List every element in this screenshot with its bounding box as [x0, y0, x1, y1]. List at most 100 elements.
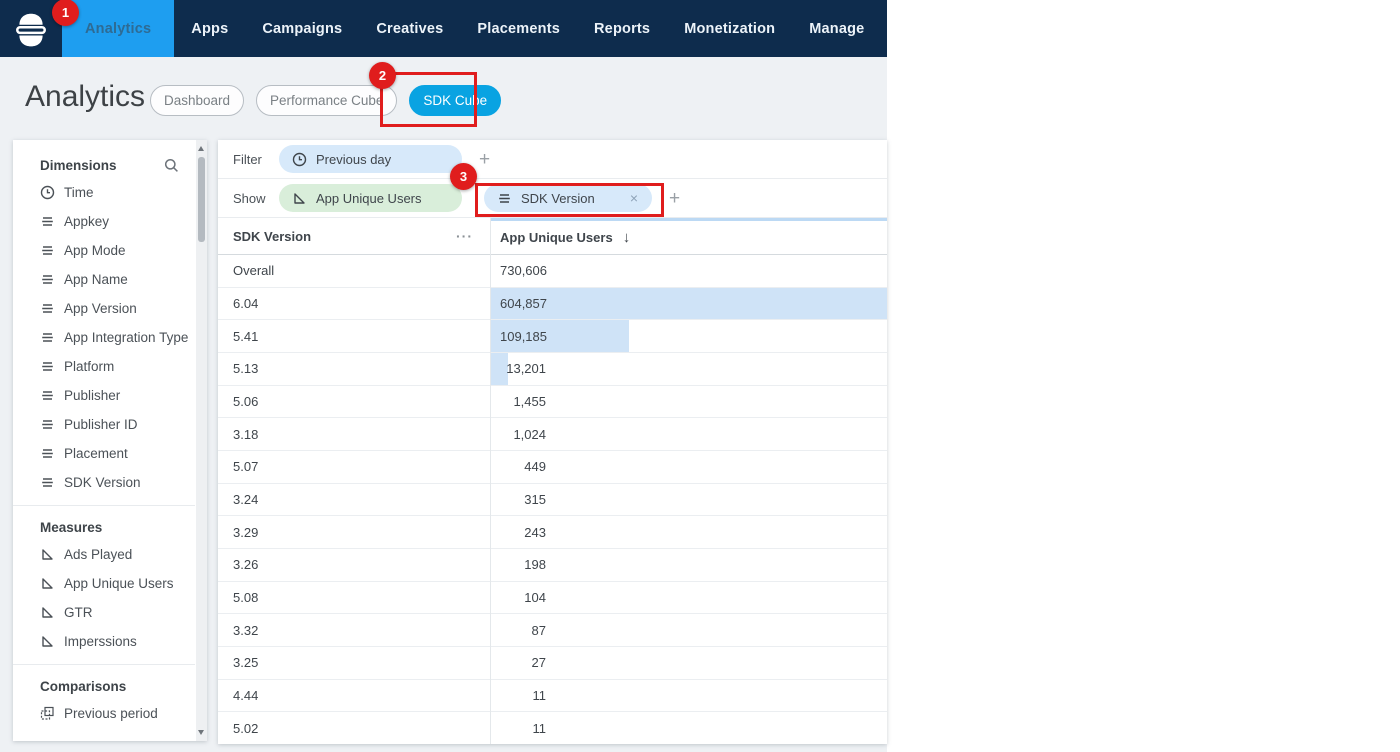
filter-chip-previous-day[interactable]: Previous day — [279, 145, 462, 173]
bar-track — [490, 647, 887, 679]
table-row[interactable]: 5.06 1,455 — [218, 386, 887, 419]
add-show-button[interactable]: + — [669, 189, 680, 208]
value-bar — [490, 287, 887, 320]
nav-tab-campaigns[interactable]: Campaigns — [245, 0, 359, 57]
table-row[interactable]: 3.24 315 — [218, 484, 887, 517]
sidebar-section-dimensions: Dimensions — [13, 152, 207, 178]
measures-header-label: Measures — [40, 519, 103, 535]
nav-tab-monetization[interactable]: Monetization — [667, 0, 792, 57]
dimension-icon — [42, 420, 53, 429]
table-row[interactable]: 5.13 13,201 — [218, 353, 887, 386]
table-row[interactable]: 5.07 449 — [218, 451, 887, 484]
chip-label: Previous day — [316, 151, 392, 167]
dimension-icon — [42, 217, 53, 226]
sidebar-item-time[interactable]: Time — [13, 178, 207, 207]
nav-tab-apps[interactable]: Apps — [174, 0, 245, 57]
add-filter-button[interactable]: + — [479, 150, 490, 169]
sidebar-item-label: GTR — [64, 605, 93, 620]
column-header-sdk-version[interactable]: SDK Version ··· — [218, 218, 490, 254]
sidebar-item-platform[interactable]: Platform — [13, 352, 207, 381]
row-value: 730,606 — [500, 263, 547, 279]
table-row[interactable]: 3.29 243 — [218, 516, 887, 550]
nav-tab-analytics[interactable]: Analytics — [62, 0, 175, 57]
nav-tab-manage[interactable]: Manage — [792, 0, 881, 57]
sidebar-item-ads-played[interactable]: Ads Played — [13, 540, 207, 569]
sidebar-scrollbar[interactable] — [196, 140, 207, 741]
sidebar-item-publisher-id[interactable]: Publisher ID — [13, 410, 207, 439]
pill-performance-cube[interactable]: Performance Cube — [256, 85, 398, 116]
bar-track — [490, 287, 887, 320]
sidebar-item-label: Ads Played — [64, 547, 133, 562]
nav-tab-creatives[interactable]: Creatives — [359, 0, 460, 57]
annotation-step-1-badge: 1 — [52, 0, 79, 26]
sidebar-item-publisher[interactable]: Publisher — [13, 381, 207, 410]
sidebar-item-app-mode[interactable]: App Mode — [13, 236, 207, 265]
sidebar-item-imperssions[interactable]: Imperssions — [13, 627, 207, 656]
comparisons-header-label: Comparisons — [40, 678, 127, 694]
row-value: 13,201 — [506, 361, 546, 377]
row-value: 604,857 — [500, 296, 547, 311]
bar-track — [490, 484, 887, 516]
column-menu-icon[interactable]: ··· — [456, 228, 473, 244]
row-label: 4.44 — [233, 688, 259, 704]
column-header-label: SDK Version — [233, 228, 312, 244]
search-icon[interactable] — [164, 158, 179, 173]
annotation-step-2-badge: 2 — [369, 62, 396, 89]
column-header-app-unique-users[interactable]: App Unique Users ↓ — [490, 218, 887, 254]
dimension-icon — [42, 275, 53, 284]
sidebar-item-appkey[interactable]: Appkey — [13, 207, 207, 236]
table-row[interactable]: 3.32 87 — [218, 614, 887, 648]
measure-icon — [42, 549, 53, 560]
show-chip-app-unique-users[interactable]: App Unique Users — [279, 184, 462, 212]
table-row[interactable]: 4.44 11 — [218, 680, 887, 713]
table-row[interactable]: 5.08 104 — [218, 582, 887, 615]
row-label: 5.41 — [233, 328, 259, 344]
sort-descending-icon[interactable]: ↓ — [623, 229, 631, 246]
sidebar-item-app-unique-users[interactable]: App Unique Users — [13, 569, 207, 598]
row-label: Overall — [233, 263, 275, 279]
ironsource-logo-icon — [16, 13, 46, 46]
bar-track — [490, 549, 887, 581]
table-row[interactable]: 3.25 27 — [218, 647, 887, 680]
sidebar-item-label: App Mode — [64, 243, 126, 258]
row-value: 315 — [524, 492, 546, 508]
table-row[interactable]: Overall 730,606 — [218, 255, 887, 288]
sidebar-item-label: App Integration Type — [64, 330, 189, 345]
sidebar-divider — [13, 505, 195, 506]
dimension-icon — [42, 246, 53, 255]
sidebar-item-gtr[interactable]: GTR — [13, 598, 207, 627]
sidebar-item-sdk-version[interactable]: SDK Version — [13, 468, 207, 497]
scrollbar-thumb[interactable] — [198, 157, 205, 242]
sidebar-item-app-integration-type[interactable]: App Integration Type — [13, 323, 207, 352]
sidebar-section-measures: Measures — [13, 514, 207, 540]
table-row[interactable]: 6.04 604,857 — [218, 287, 887, 321]
sidebar-divider — [13, 664, 195, 665]
nav-tab-reports[interactable]: Reports — [577, 0, 667, 57]
dimensions-header-label: Dimensions — [40, 157, 117, 173]
sidebar-item-placement[interactable]: Placement — [13, 439, 207, 468]
table-row[interactable]: 3.26 198 — [218, 549, 887, 582]
scrollbar-down-arrow-icon[interactable] — [198, 730, 204, 735]
sidebar-item-app-name[interactable]: App Name — [13, 265, 207, 294]
row-value: 449 — [524, 459, 546, 475]
table-row[interactable]: 5.02 11 — [218, 712, 887, 744]
row-value: 109,185 — [500, 328, 547, 344]
sidebar-item-label: Publisher — [64, 388, 121, 403]
table-row[interactable]: 3.18 1,024 — [218, 418, 887, 452]
dimension-icon — [42, 362, 53, 371]
dimension-icon — [42, 333, 53, 342]
sidebar-item-app-version[interactable]: App Version — [13, 294, 207, 323]
scrollbar-up-arrow-icon[interactable] — [198, 146, 204, 151]
bar-track — [490, 614, 887, 646]
row-label: 3.25 — [233, 655, 259, 671]
row-label: 3.18 — [233, 426, 259, 442]
nav-tab-placements[interactable]: Placements — [460, 0, 577, 57]
sidebar-item-label: Imperssions — [64, 634, 137, 649]
sidebar-item-label: App Version — [64, 301, 137, 316]
sidebar-item-previous-period[interactable]: Previous period — [13, 699, 207, 728]
sidebar-item-label: Time — [64, 185, 94, 200]
row-value: 198 — [524, 557, 546, 573]
pill-dashboard[interactable]: Dashboard — [150, 85, 245, 116]
row-value: 104 — [524, 590, 546, 606]
table-row[interactable]: 5.41 109,185 — [218, 320, 887, 354]
